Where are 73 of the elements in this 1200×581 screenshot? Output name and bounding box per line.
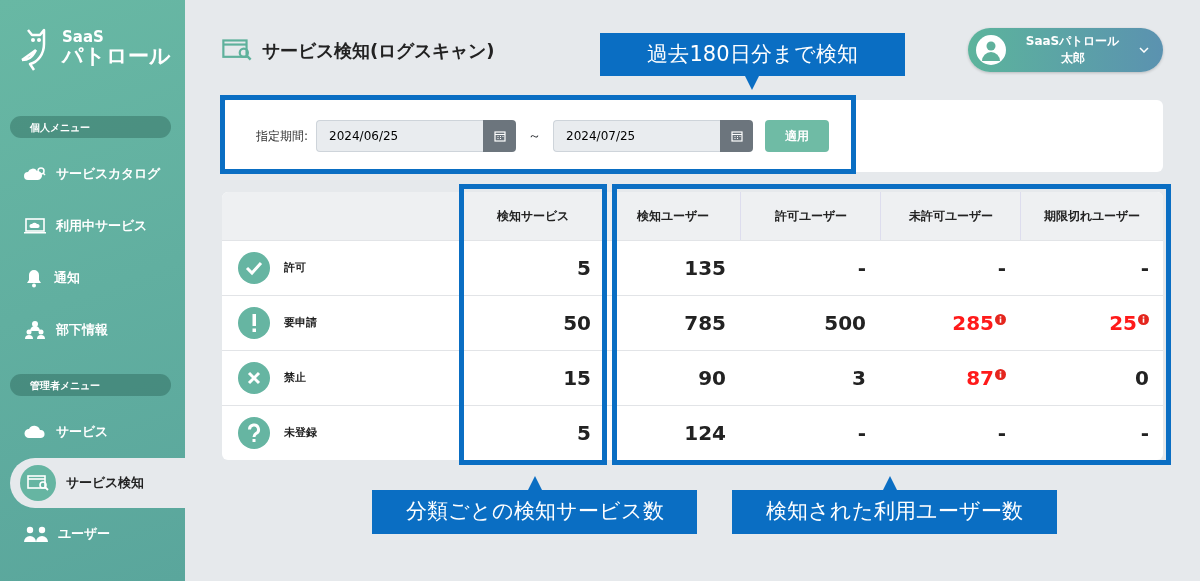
sidebar-item[interactable]: ユーザー <box>0 508 185 560</box>
exclamation-icon <box>238 307 270 339</box>
table-cell-text: 87 <box>966 365 994 392</box>
table-cell-text: - <box>997 255 1006 282</box>
info-icon <box>995 369 1006 380</box>
table-cell-text: 3 <box>852 365 866 392</box>
cloud-icon <box>24 425 46 439</box>
column-header: 検知ユーザー <box>605 192 740 240</box>
question-icon <box>238 417 270 449</box>
sidebar-item[interactable]: サービス検知 <box>10 458 185 508</box>
table-cell-text: 124 <box>684 420 726 447</box>
table-cell-text: 500 <box>824 310 866 337</box>
table-cell-text: - <box>1140 255 1149 282</box>
row-label: 禁止 <box>284 369 306 386</box>
callout-pointer <box>745 76 759 90</box>
monitor-icon <box>24 218 46 234</box>
page-title: サービス検知(ログスキャン) <box>262 38 495 63</box>
calendar-button[interactable] <box>483 120 517 152</box>
table-cell-text: 285 <box>952 310 994 337</box>
table-cell-text: 50 <box>563 310 591 337</box>
bell-icon <box>24 268 44 288</box>
sidebar-item[interactable]: 利用中サービス <box>0 200 185 252</box>
callout-pointer <box>883 476 897 490</box>
logo-text: パトロール <box>62 44 171 69</box>
column-header: 未許可ユーザー <box>880 192 1020 240</box>
avatar-icon <box>976 35 1006 65</box>
section-heading: 管理者メニュー <box>10 374 171 396</box>
calendar-icon <box>730 130 743 142</box>
sidebar-item[interactable]: 部下情報 <box>0 304 185 356</box>
table-cell-text: 90 <box>698 365 726 392</box>
sidebar-item[interactable]: 通知 <box>0 252 185 304</box>
row-label: 要申請 <box>284 314 317 331</box>
info-icon <box>1138 314 1149 325</box>
table-cell-text: - <box>857 255 866 282</box>
table-cell-text: 785 <box>684 310 726 337</box>
table-cell-text: 135 <box>684 255 726 282</box>
users-icon <box>24 526 48 542</box>
range-separator: ～ <box>528 127 542 146</box>
user-menu[interactable]: SaaSパトロール 太郎 <box>968 28 1163 72</box>
team-icon <box>24 320 46 340</box>
table-cell-text: - <box>1140 420 1149 447</box>
calendar-button[interactable] <box>720 120 754 152</box>
sidebar-item[interactable]: サービスカタログ <box>0 148 185 200</box>
date-field[interactable]: 2024/07/25 <box>553 120 721 152</box>
row-label: 許可 <box>284 259 306 276</box>
apply-button[interactable]: 適用 <box>765 120 830 152</box>
table-cell-text: - <box>857 420 866 447</box>
callout-label: 過去180日分まで検知 <box>600 33 905 76</box>
scan-window-icon <box>20 465 56 501</box>
calendar-icon <box>493 130 506 142</box>
table-cell-text: - <box>997 420 1006 447</box>
section-heading: 個人メニュー <box>10 116 171 138</box>
callout-pointer <box>528 476 542 490</box>
filter-label: 指定期間: <box>256 128 309 145</box>
column-header: 許可ユーザー <box>740 192 880 240</box>
close-icon <box>238 362 270 394</box>
logo-text: SaaS <box>62 29 105 45</box>
sidebar-item[interactable]: サービス <box>0 406 185 458</box>
date-field[interactable]: 2024/06/25 <box>316 120 484 152</box>
info-icon <box>995 314 1006 325</box>
table-cell-text: 5 <box>577 420 591 447</box>
table-cell-text: 5 <box>577 255 591 282</box>
cloud-search-icon <box>24 166 46 182</box>
callout-label: 分類ごとの検知サービス数 <box>372 490 697 534</box>
chevron-down-icon <box>1139 47 1149 53</box>
column-header: 期限切れユーザー <box>1020 192 1163 240</box>
row-label: 未登録 <box>284 424 317 441</box>
table-cell-text: 0 <box>1135 365 1149 392</box>
check-icon <box>238 252 270 284</box>
scan-window-icon <box>222 39 252 61</box>
table-cell-text: 25 <box>1109 310 1137 337</box>
callout-label: 検知された利用ユーザー数 <box>732 490 1057 534</box>
table-cell-text: 15 <box>563 365 591 392</box>
